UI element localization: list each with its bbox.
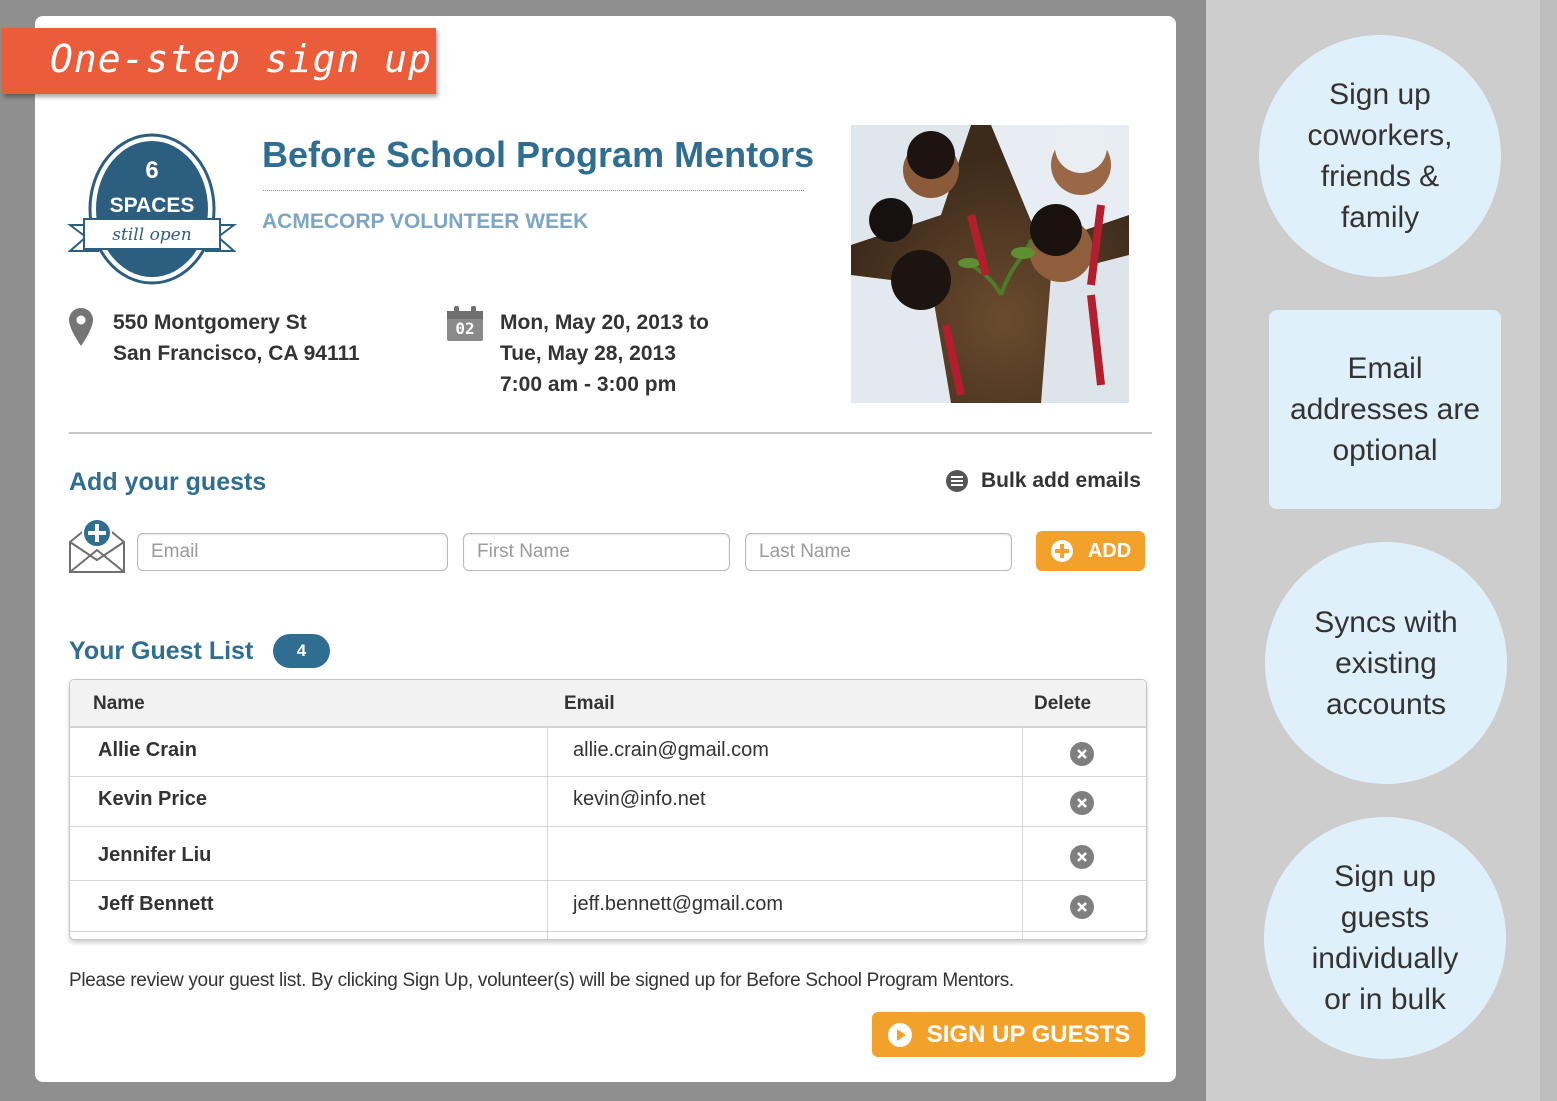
delete-guest-button[interactable] <box>1070 895 1094 919</box>
add-button-label: ADD <box>1087 539 1132 562</box>
ribbon-banner: One-step sign up <box>2 28 436 94</box>
callout-bulk: Sign up guests individually or in bulk <box>1264 817 1506 1059</box>
callout-line: Sign up <box>1334 860 1436 893</box>
calendar-day: 02 <box>455 319 475 338</box>
sign-up-label: SIGN UP GUESTS <box>926 1020 1131 1048</box>
callout-line: Email <box>1347 352 1423 385</box>
spaces-badge: 6 SPACES still open <box>66 133 238 293</box>
close-circle-icon <box>1077 798 1087 808</box>
guest-name: Jeff Bennett <box>98 893 214 915</box>
date-line-1: Mon, May 20, 2013 to <box>500 311 709 334</box>
close-circle-icon <box>1077 852 1087 862</box>
close-circle-icon <box>1077 902 1087 912</box>
table-header: Name Email Delete <box>70 680 1146 728</box>
envelope-add-icon <box>69 518 125 573</box>
bulk-add-label: Bulk add emails <box>981 469 1141 492</box>
column-email-header: Email <box>564 693 615 714</box>
delete-guest-button[interactable] <box>1070 791 1094 815</box>
calendar-icon: 02 <box>445 305 485 343</box>
table-row: Allie Crain allie.crain@gmail.com <box>70 727 1146 777</box>
callout-line: or in bulk <box>1324 983 1446 1016</box>
callout-line: coworkers, <box>1307 119 1453 152</box>
address-line-1: 550 Montgomery St <box>113 311 307 334</box>
time-line: 7:00 am - 3:00 pm <box>500 373 677 396</box>
callout-line: individually <box>1311 942 1459 975</box>
callout-line: optional <box>1332 434 1438 467</box>
guest-email: allie.crain@gmail.com <box>573 739 769 761</box>
event-dates: Mon, May 20, 2013 to Tue, May 28, 2013 7… <box>500 307 709 400</box>
panel-edge <box>1540 0 1557 1101</box>
table-row: Jeff Bennett jeff.bennett@gmail.com <box>70 881 1146 932</box>
spaces-label: SPACES <box>109 194 195 217</box>
guest-name: Jennifer Liu <box>98 844 212 866</box>
ribbon-text: One-step sign up <box>50 37 433 81</box>
guest-list-heading: Your Guest List <box>69 637 254 665</box>
sign-up-guests-button[interactable]: SIGN UP GUESTS <box>872 1012 1145 1057</box>
callout-syncs: Syncs with existing accounts <box>1265 542 1507 784</box>
review-notice: Please review your guest list. By clicki… <box>69 970 1014 991</box>
guest-table: Name Email Delete Allie Crain allie.crai… <box>69 679 1147 940</box>
callout-line: guests <box>1340 901 1430 934</box>
callout-email-optional: Email addresses are optional <box>1269 310 1501 509</box>
column-delete-header: Delete <box>1034 693 1092 714</box>
callout-coworkers: Sign up coworkers, friends & family <box>1259 35 1501 277</box>
guest-email: jeff.bennett@gmail.com <box>573 893 784 915</box>
email-input[interactable] <box>137 533 448 571</box>
play-circle-icon <box>887 1022 912 1047</box>
list-icon <box>946 470 968 492</box>
plus-circle-icon <box>1050 540 1073 562</box>
callout-line: addresses are <box>1289 393 1481 426</box>
guest-count-badge: 4 <box>273 634 330 668</box>
callout-line: friends & <box>1320 160 1440 193</box>
section-divider <box>69 432 1152 434</box>
event-address: 550 Montgomery St San Francisco, CA 9411… <box>113 307 360 369</box>
callout-line: existing <box>1335 646 1437 680</box>
first-name-input[interactable] <box>463 533 730 571</box>
table-row: Jennifer Liu <box>70 827 1146 881</box>
event-title[interactable]: Before School Program Mentors <box>262 134 814 176</box>
callout-line: Syncs with <box>1314 605 1458 639</box>
spaces-count: 6 <box>145 157 159 184</box>
location-pin-icon <box>69 308 93 346</box>
date-line-2: Tue, May 28, 2013 <box>500 342 676 365</box>
last-name-input[interactable] <box>745 533 1012 571</box>
column-name-header: Name <box>93 693 145 714</box>
table-row: Kevin Price kevin@info.net <box>70 777 1146 827</box>
callout-line: Sign up <box>1329 78 1431 111</box>
add-guest-button[interactable]: ADD <box>1036 531 1145 571</box>
bulk-add-emails-link[interactable]: Bulk add emails <box>945 469 1141 493</box>
guest-email: kevin@info.net <box>573 788 706 810</box>
title-divider <box>263 190 804 191</box>
close-circle-icon <box>1077 749 1087 759</box>
event-organization[interactable]: ACMECORP VOLUNTEER WEEK <box>262 210 588 234</box>
delete-guest-button[interactable] <box>1070 845 1094 869</box>
guest-name: Kevin Price <box>98 788 207 810</box>
add-guests-heading: Add your guests <box>69 468 267 496</box>
delete-guest-button[interactable] <box>1070 742 1094 766</box>
spaces-status: still open <box>112 225 192 245</box>
address-line-2: San Francisco, CA 94111 <box>113 342 360 365</box>
callout-line: accounts <box>1325 687 1447 721</box>
guest-name: Allie Crain <box>98 739 197 761</box>
event-photo <box>851 125 1129 403</box>
callout-line: family <box>1340 201 1420 234</box>
